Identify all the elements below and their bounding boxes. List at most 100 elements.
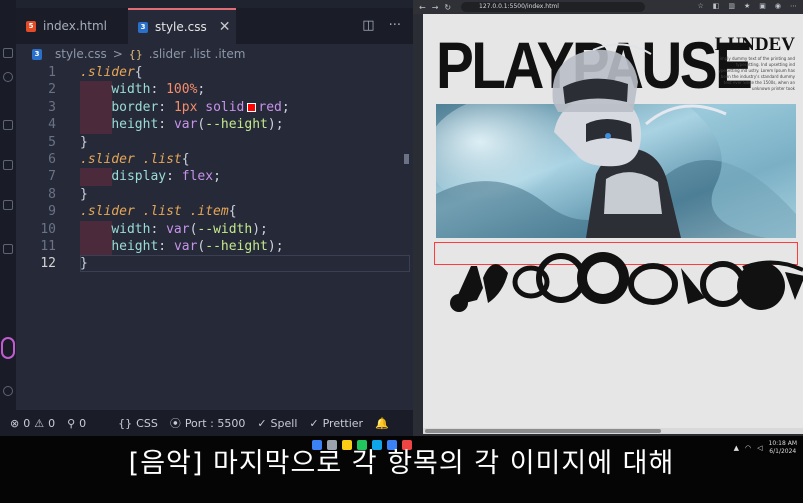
notifications-bell-icon[interactable]: 🔔 — [375, 417, 389, 430]
more-actions-icon[interactable]: ··· — [389, 18, 401, 33]
value: 100% — [166, 82, 198, 98]
line-number: 7 — [48, 169, 56, 185]
extensions-icon[interactable] — [3, 200, 13, 210]
editor-scrollbar[interactable] — [404, 154, 409, 164]
url-input[interactable]: 127.0.0.1:5500/index.html — [461, 2, 645, 12]
line-number: 2 — [48, 82, 56, 98]
property: width — [111, 82, 151, 98]
extension-icon[interactable]: ◧ — [713, 2, 720, 10]
value: 1px — [173, 99, 198, 115]
breadcrumb-symbol[interactable]: .slider .list .item — [149, 47, 246, 61]
settings-gear-icon[interactable] — [3, 386, 13, 396]
account-icon[interactable] — [1, 337, 15, 359]
hero-image — [436, 104, 796, 238]
selector: .slider .list — [80, 152, 182, 167]
video-subtitle: [음악] 마지막으로 각 항목의 각 이미지에 대해 — [128, 448, 675, 479]
variable: --width — [197, 221, 253, 237]
code-area[interactable]: 1 .slider{ 2 width: 100%; 3 border: 1px s… — [16, 64, 413, 410]
info-indicator[interactable]: ⚲ 0 — [67, 417, 86, 430]
line-number: 4 — [48, 117, 56, 133]
html-file-icon: 5 — [26, 20, 36, 32]
line-number: 3 — [48, 99, 56, 115]
favorites-icon[interactable]: ★ — [744, 2, 750, 10]
function: var — [173, 117, 198, 133]
reload-icon[interactable]: ↻ — [444, 3, 451, 12]
selector: .slider .list .item — [80, 204, 229, 220]
remote-icon[interactable] — [3, 244, 13, 254]
hero-blurb: imply dummy text of the printing and typ… — [718, 56, 795, 91]
keyword: solid — [205, 99, 245, 115]
breadcrumb-file[interactable]: style.css — [55, 47, 107, 61]
tab-label: style.css — [155, 20, 207, 34]
brace: } — [80, 186, 88, 202]
selector: .slider — [80, 65, 135, 80]
tab-style-css[interactable]: 3 style.css ✕ — [128, 8, 236, 44]
value: red — [258, 99, 282, 115]
collections-icon[interactable]: ▣ — [759, 2, 766, 10]
source-control-icon[interactable] — [3, 120, 13, 130]
back-icon[interactable]: ← — [419, 3, 426, 12]
brace: { — [181, 152, 190, 167]
activity-bar — [0, 0, 16, 436]
errors-count: 0 — [23, 416, 31, 430]
run-icon[interactable] — [3, 160, 13, 170]
color-swatch-icon[interactable] — [247, 102, 257, 112]
warnings-count: 0 — [48, 416, 56, 430]
tab-index-html[interactable]: 5 index.html — [16, 8, 128, 44]
line-number: 10 — [40, 221, 56, 237]
line-number: 6 — [48, 152, 56, 167]
language-label: CSS — [136, 416, 158, 430]
brace: } — [80, 134, 88, 150]
line-number: 5 — [48, 134, 56, 150]
problems-indicator[interactable]: ⊗ 0 ⚠ 0 — [10, 417, 55, 430]
breadcrumb-separator: > — [112, 47, 123, 61]
port-label: Port : 5500 — [184, 416, 246, 430]
property: display — [111, 169, 167, 185]
browser-window: ← → ↻ 127.0.0.1:5500/index.html ☆ ◧ ▥ ★ … — [413, 0, 803, 436]
editor-tabs: 5 index.html 3 style.css ✕ ◫ ··· — [16, 8, 413, 44]
function: var — [166, 221, 190, 237]
property: border — [111, 99, 159, 115]
brand-name: LUNDEV — [714, 34, 795, 55]
split-view-icon[interactable]: ▥ — [728, 2, 735, 10]
variable: --height — [205, 117, 268, 133]
search-icon[interactable] — [3, 72, 13, 82]
helmet-overlay — [552, 43, 652, 112]
code-editor-window: 5 index.html 3 style.css ✕ ◫ ··· 3 style… — [0, 0, 413, 436]
split-editor-icon[interactable]: ◫ — [362, 18, 374, 33]
variable: --height — [205, 239, 268, 254]
brace: { — [228, 204, 237, 220]
language-mode[interactable]: {} CSS — [118, 417, 158, 430]
tab-label: index.html — [43, 19, 107, 33]
property: height — [111, 239, 159, 254]
profile-icon[interactable]: ◉ — [775, 2, 781, 10]
horizontal-scrollbar[interactable] — [423, 428, 803, 434]
css-file-icon: 3 — [32, 48, 42, 60]
brace: { — [134, 65, 143, 80]
scroll-thumb[interactable] — [425, 429, 661, 433]
breadcrumb: 3 style.css > {} .slider .list .item — [16, 44, 413, 64]
symbol-braces-icon: {} — [128, 47, 143, 61]
address-bar-row: ← → ↻ 127.0.0.1:5500/index.html ☆ ◧ ▥ ★ … — [413, 0, 803, 14]
line-number: 9 — [48, 204, 56, 220]
spell-check[interactable]: ✓ Spell — [257, 417, 297, 430]
function: var — [173, 239, 198, 254]
explorer-icon[interactable] — [3, 48, 13, 58]
value: flex — [181, 169, 214, 185]
line-number: 8 — [48, 186, 56, 202]
css-file-icon: 3 — [138, 21, 148, 33]
prettier[interactable]: ✓ Prettier — [309, 417, 363, 430]
property: width — [111, 221, 151, 237]
line-number: 1 — [48, 65, 56, 80]
live-server-port[interactable]: ⦿ Port : 5500 — [170, 415, 246, 431]
line-number: 11 — [40, 239, 56, 254]
web-page: PLAYPAUSE LUNDEV imply dummy text of the… — [423, 14, 803, 428]
menu-icon[interactable]: ⋯ — [790, 2, 797, 10]
brace: } — [80, 256, 88, 272]
slider-list-items[interactable] — [443, 248, 803, 318]
info-count: 0 — [79, 416, 87, 430]
bookmark-star-icon[interactable]: ☆ — [697, 2, 703, 10]
close-icon[interactable]: ✕ — [219, 19, 231, 35]
line-number-current: 12 — [40, 256, 56, 272]
forward-icon[interactable]: → — [432, 3, 439, 12]
